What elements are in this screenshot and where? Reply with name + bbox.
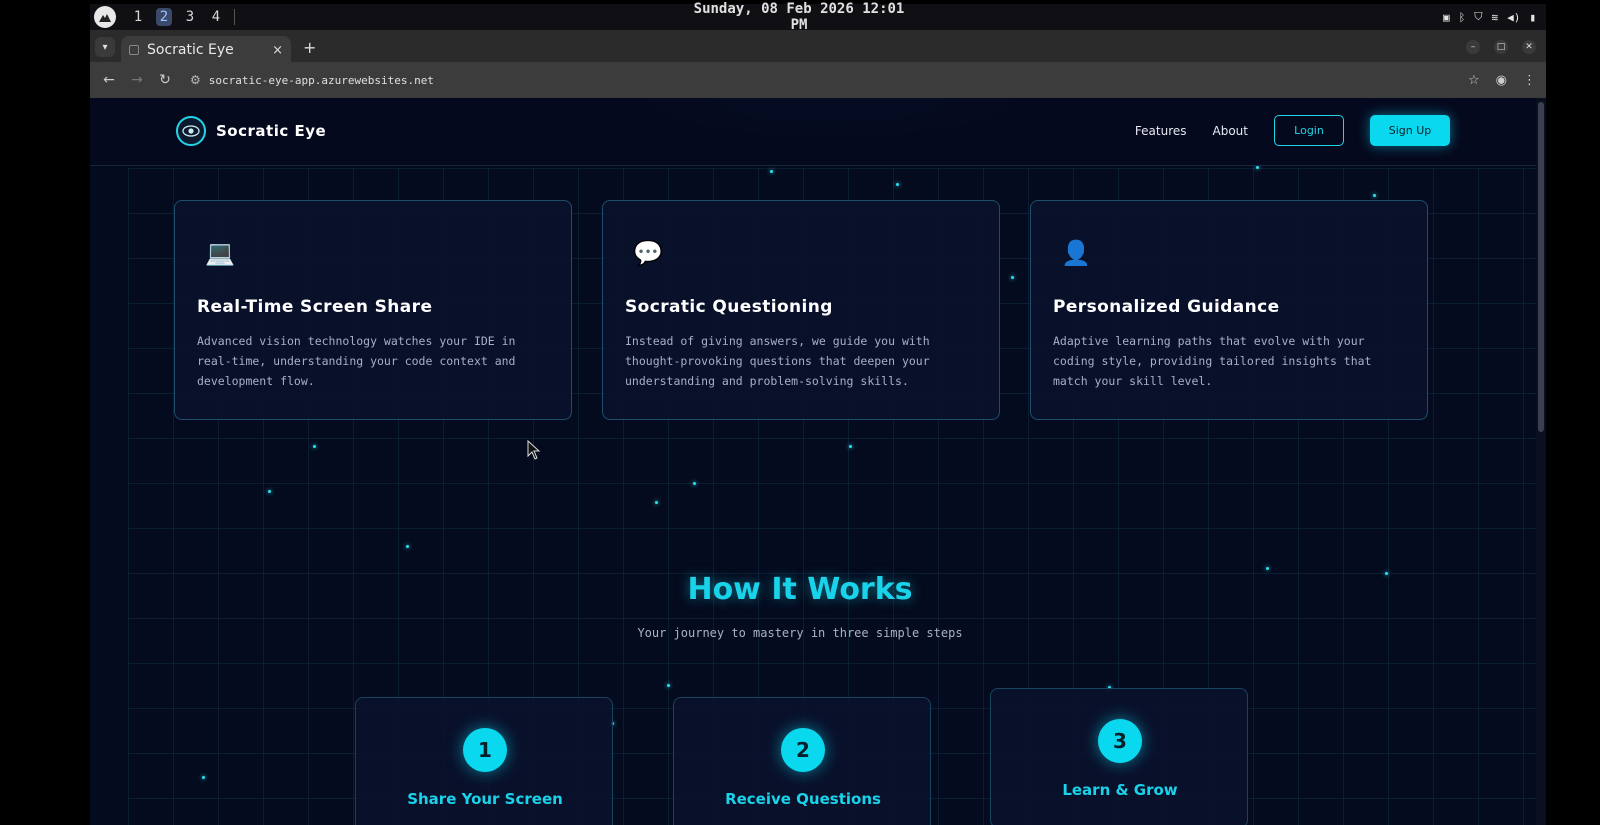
minimize-icon[interactable]: –: [1466, 40, 1480, 54]
star-dot: [667, 684, 670, 687]
camera-icon[interactable]: ▣: [1443, 11, 1450, 24]
browser-toolbar: ← → ↻ ⚙ socratic-eye-app.azurewebsites.n…: [90, 62, 1546, 98]
nav-features-link[interactable]: Features: [1135, 124, 1187, 138]
star-dot: [313, 445, 316, 448]
workspace-switcher: 1 2 3 4: [130, 8, 224, 26]
forward-icon[interactable]: →: [124, 72, 150, 88]
battery-icon[interactable]: ▮: [1529, 11, 1536, 24]
page-scrollbar[interactable]: [1536, 98, 1546, 825]
star-dot: [849, 445, 852, 448]
workspace-3[interactable]: 3: [182, 8, 198, 26]
star-dot: [896, 183, 899, 186]
feature-card-personalized-guidance: 👤 Personalized Guidance Adaptive learnin…: [1030, 200, 1428, 420]
web-page: Socratic Eye Features About Login Sign U…: [90, 98, 1546, 825]
eye-logo-icon: [176, 116, 206, 146]
site-info-icon[interactable]: ⚙: [190, 73, 201, 87]
feature-title: Personalized Guidance: [1053, 297, 1280, 317]
step-title: Receive Questions: [725, 790, 881, 808]
workspace-2[interactable]: 2: [156, 8, 172, 26]
step-number-badge: 3: [1098, 719, 1142, 763]
main-nav: Features About Login Sign Up: [1135, 115, 1450, 146]
browser-tab[interactable]: Socratic Eye ×: [121, 36, 291, 64]
step-title: Learn & Grow: [1062, 781, 1178, 799]
speech-bubble-icon: 💬: [633, 239, 663, 267]
star-dot: [1256, 166, 1259, 169]
site-header: Socratic Eye Features About Login Sign U…: [90, 98, 1536, 166]
volume-icon[interactable]: ◀): [1507, 11, 1520, 24]
star-dot: [1011, 276, 1014, 279]
profile-icon[interactable]: ◉: [1496, 73, 1507, 88]
workspace-4[interactable]: 4: [208, 8, 224, 26]
how-it-works-heading: How It Works: [687, 572, 913, 607]
brand-link[interactable]: Socratic Eye: [176, 116, 326, 146]
star-dot: [655, 501, 658, 504]
step-number-badge: 1: [463, 728, 507, 772]
star-dot: [770, 170, 773, 173]
feature-title: Socratic Questioning: [625, 297, 833, 317]
wifi-icon[interactable]: ≋: [1492, 11, 1499, 24]
star-dot: [1266, 567, 1269, 570]
feature-description: Adaptive learning paths that evolve with…: [1053, 334, 1372, 388]
system-tray: ▣ ᛒ ⛉ ≋ ◀) ▮: [1443, 10, 1536, 24]
system-clock[interactable]: Sunday, 08 Feb 2026 12:01 PM: [690, 1, 908, 33]
workspace-1[interactable]: 1: [130, 8, 146, 26]
login-button[interactable]: Login: [1274, 115, 1344, 146]
laptop-icon: 💻: [205, 239, 235, 267]
feature-description: Advanced vision technology watches your …: [197, 334, 516, 388]
star-dot: [406, 545, 409, 548]
feature-title: Real-Time Screen Share: [197, 297, 433, 317]
favicon-icon: [129, 45, 139, 55]
star-dot: [202, 776, 205, 779]
bookmark-star-icon[interactable]: ☆: [1468, 73, 1480, 88]
user-icon: 👤: [1061, 239, 1091, 267]
brand-name: Socratic Eye: [216, 122, 327, 140]
menu-kebab-icon[interactable]: ⋮: [1523, 73, 1536, 88]
step-card-1: 1 Share Your Screen: [355, 697, 613, 825]
os-launcher-icon[interactable]: [94, 6, 116, 28]
nav-about-link[interactable]: About: [1213, 124, 1248, 138]
maximize-icon[interactable]: □: [1494, 40, 1508, 54]
feature-card-screen-share: 💻 Real-Time Screen Share Advanced vision…: [174, 200, 572, 420]
mouse-cursor-icon: [527, 440, 541, 460]
star-dot: [1373, 194, 1376, 197]
new-tab-button[interactable]: +: [303, 38, 316, 57]
toolbar-actions: ☆ ◉ ⋮: [1468, 73, 1536, 88]
shield-icon[interactable]: ⛉: [1474, 10, 1482, 24]
step-card-3: 3 Learn & Grow: [990, 688, 1248, 825]
step-number-badge: 2: [781, 728, 825, 772]
star-dot: [693, 482, 696, 485]
reload-icon[interactable]: ↻: [152, 72, 178, 88]
close-window-icon[interactable]: ✕: [1522, 40, 1536, 54]
step-card-2: 2 Receive Questions: [673, 697, 931, 825]
window-controls: – □ ✕: [1466, 40, 1536, 54]
star-dot: [268, 490, 271, 493]
tab-title: Socratic Eye: [147, 42, 234, 58]
os-top-bar: 1 2 3 4 Sunday, 08 Feb 2026 12:01 PM ▣ ᛒ…: [90, 1, 1546, 33]
divider: [234, 9, 235, 25]
scrollbar-thumb[interactable]: [1538, 102, 1544, 432]
feature-card-socratic-questioning: 💬 Socratic Questioning Instead of giving…: [602, 200, 1000, 420]
url-field[interactable]: socratic-eye-app.azurewebsites.net: [209, 74, 434, 87]
tab-search-chevron-icon[interactable]: ▾: [95, 37, 115, 57]
step-title: Share Your Screen: [407, 790, 563, 808]
back-icon[interactable]: ←: [96, 72, 122, 88]
browser-tab-bar: ▾ Socratic Eye × + – □ ✕: [90, 30, 1546, 64]
signup-button[interactable]: Sign Up: [1370, 115, 1450, 146]
how-it-works-subtitle: Your journey to mastery in three simple …: [637, 626, 963, 640]
tab-close-icon[interactable]: ×: [272, 43, 283, 58]
bluetooth-icon[interactable]: ᛒ: [1459, 11, 1466, 24]
feature-description: Instead of giving answers, we guide you …: [625, 334, 930, 388]
